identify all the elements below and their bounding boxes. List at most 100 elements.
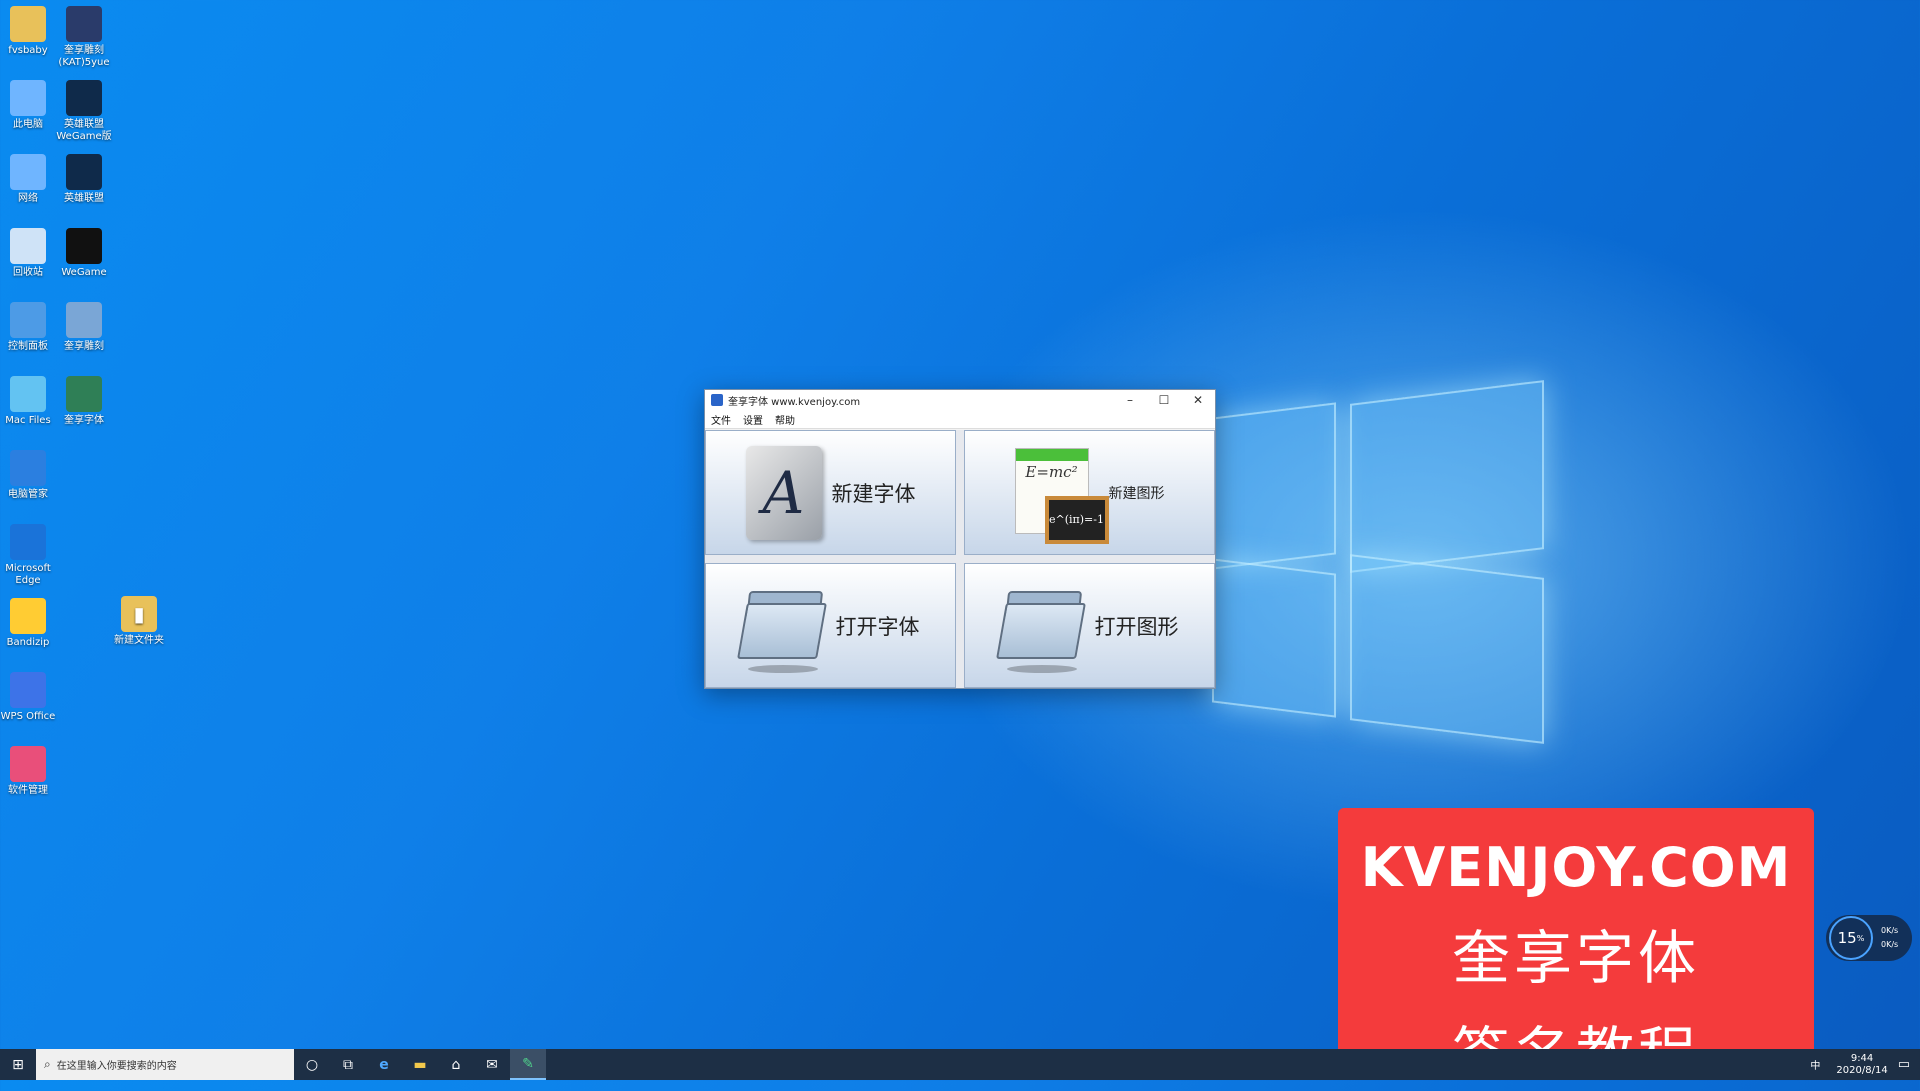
wallpaper-logo-pane — [1212, 402, 1336, 570]
menu-settings[interactable]: 设置 — [737, 412, 769, 427]
software-manager-icon — [10, 746, 46, 782]
wallpaper-logo-pane — [1350, 380, 1544, 573]
desktop-icon-label: 新建文件夹 — [114, 635, 164, 646]
task-view-button[interactable]: ⧉ — [330, 1049, 366, 1080]
speed-widget[interactable]: 15% 0K/s 0K/s — [1826, 915, 1912, 961]
desktop-icon-b-1[interactable]: 英雄联盟WeGame版 — [53, 80, 115, 143]
minimize-button[interactable]: – — [1113, 390, 1147, 410]
desktop-icon-a-6[interactable]: 电脑管家 — [0, 450, 59, 501]
desktop-icon-b-4[interactable]: 奎享雕刻 — [53, 302, 115, 353]
file-explorer-icon: ▬ — [413, 1056, 427, 1073]
kvenjoy-font-icon: ✎ — [522, 1055, 534, 1072]
open-graphic-label: 打开图形 — [1094, 614, 1179, 639]
app-icon — [711, 394, 723, 406]
lol-icon — [66, 80, 102, 116]
edge-icon: e — [379, 1056, 389, 1073]
desktop-icon-label: 回收站 — [13, 267, 43, 278]
promo-banner: KVENJOY.COM 奎享字体 签名教程 — [1338, 808, 1814, 1088]
taskbar: ⊞ ⌕ 在这里输入你要搜索的内容 ○ ⧉ e ▬ ⌂ ✉ ✎ 中 9:44 20… — [0, 1049, 1920, 1080]
formula-board: e^(iπ)=-1 — [1044, 495, 1109, 544]
new-graphic-label: 新建图形 — [1108, 485, 1165, 502]
desktop-icon-a-8[interactable]: Bandizip — [0, 598, 59, 649]
new-graphic-button[interactable]: E=mc² e^(iπ)=-1 新建图形 — [964, 430, 1215, 555]
shield-icon — [10, 450, 46, 486]
wallpaper-logo-pane — [1350, 554, 1544, 744]
desktop-icon-label: 奎享字体 — [64, 415, 104, 426]
desktop-icon-b-3[interactable]: WeGame — [53, 228, 115, 279]
system-tray: 中 9:44 2020/8/14 ▭ — [1810, 1049, 1920, 1080]
maximize-button[interactable]: ☐ — [1147, 390, 1181, 410]
folder-icon: ▮ — [121, 596, 157, 632]
clock-date: 2020/8/14 — [1836, 1064, 1888, 1076]
desktop-icon-label: 软件管理 — [8, 785, 48, 796]
network-icon — [10, 154, 46, 190]
mail-icon: ✉ — [486, 1056, 498, 1073]
new-font-button[interactable]: A 新建字体 — [705, 430, 956, 555]
windows-logo-icon: ⊞ — [12, 1056, 24, 1073]
taskbar-kvenjoy-font[interactable]: ✎ — [510, 1049, 546, 1080]
menu-help[interactable]: 帮助 — [769, 412, 801, 427]
cortana-button[interactable]: ○ — [294, 1049, 330, 1080]
banner-line-1: KVENJOY.COM — [1360, 836, 1792, 899]
desktop-icon-b-5[interactable]: 奎享字体 — [53, 376, 115, 427]
download-rate: 0K/s — [1881, 940, 1899, 949]
folder-icon — [736, 590, 827, 673]
desktop-icon-label: WeGame — [61, 267, 107, 278]
desktop-icon-label: fvsbaby — [8, 45, 48, 56]
desktop-icon-a-10[interactable]: 软件管理 — [0, 746, 59, 797]
kvenjoy-carve-icon — [66, 302, 102, 338]
title-bar[interactable]: 奎享字体 www.kvenjoy.com – ☐ ✕ — [705, 390, 1215, 410]
wallpaper-logo-pane — [1212, 558, 1336, 718]
control-panel-icon — [10, 302, 46, 338]
window-title: 奎享字体 www.kvenjoy.com — [728, 396, 861, 408]
taskbar-mail[interactable]: ✉ — [474, 1049, 510, 1080]
kvenjoy-font-icon — [66, 376, 102, 412]
menu-bar: 文件 设置 帮助 — [705, 410, 1215, 429]
cpu-percent: 15% — [1829, 916, 1873, 960]
start-button[interactable]: ⊞ — [0, 1049, 36, 1080]
wps-icon — [10, 672, 46, 708]
taskbar-explorer[interactable]: ▬ — [402, 1049, 438, 1080]
desktop-icon-new-folder[interactable]: ▮ 新建文件夹 — [108, 596, 170, 647]
desktop-icon-b-2[interactable]: 英雄联盟 — [53, 154, 115, 205]
task-view-icon: ⧉ — [343, 1056, 353, 1073]
search-box[interactable]: ⌕ 在这里输入你要搜索的内容 — [36, 1049, 294, 1080]
wegame-icon — [66, 228, 102, 264]
ime-indicator[interactable]: 中 — [1810, 1057, 1820, 1072]
clock-time: 9:44 — [1850, 1052, 1874, 1064]
bandizip-icon — [10, 598, 46, 634]
desktop-icon-a-1[interactable]: 此电脑 — [0, 80, 59, 131]
speed-rates: 0K/s 0K/s — [1881, 924, 1898, 952]
desktop-icon-a-9[interactable]: WPS Office — [0, 672, 59, 723]
open-graphic-button[interactable]: 打开图形 — [964, 563, 1215, 688]
open-font-button[interactable]: 打开字体 — [705, 563, 956, 688]
desktop-icon-label: 电脑管家 — [8, 489, 48, 500]
clock[interactable]: 9:44 2020/8/14 — [1836, 1053, 1887, 1077]
notification-icon[interactable]: ▭ — [1898, 1057, 1910, 1072]
taskbar-store[interactable]: ⌂ — [438, 1049, 474, 1080]
desktop-icon-label: 控制面板 — [8, 341, 48, 352]
user-folder-icon — [10, 6, 46, 42]
desktop-icon-a-4[interactable]: 控制面板 — [0, 302, 59, 353]
open-font-label: 打开字体 — [835, 614, 920, 639]
desktop-icon-a-0[interactable]: fvsbaby — [0, 6, 59, 57]
desktop-icon-a-7[interactable]: Microsoft Edge — [0, 524, 59, 587]
menu-file[interactable]: 文件 — [705, 412, 737, 427]
mac-files-icon — [10, 376, 46, 412]
close-button[interactable]: ✕ — [1181, 390, 1215, 410]
computer-icon — [10, 80, 46, 116]
upload-rate: 0K/s — [1881, 926, 1899, 935]
new-font-label: 新建字体 — [831, 481, 916, 506]
desktop-icon-a-3[interactable]: 回收站 — [0, 228, 59, 279]
tile-grid: A 新建字体 E=mc² e^(iπ)=-1 新建图形 打开字体 打开图形 — [705, 430, 1215, 688]
desktop-icon-a-2[interactable]: 网络 — [0, 154, 59, 205]
desktop-icon-a-5[interactable]: Mac Files — [0, 376, 59, 427]
cortana-icon: ○ — [305, 1056, 319, 1073]
store-icon: ⌂ — [451, 1056, 461, 1073]
recycle-bin-icon — [10, 228, 46, 264]
taskbar-edge[interactable]: e — [366, 1049, 402, 1080]
desktop-icon-label: 此电脑 — [13, 119, 43, 130]
desktop-icon-b-0[interactable]: 奎享雕刻(KAT)5yue — [53, 6, 115, 69]
desktop-icon-label: WPS Office — [0, 711, 56, 722]
desktop-icon-label: Bandizip — [6, 637, 50, 648]
